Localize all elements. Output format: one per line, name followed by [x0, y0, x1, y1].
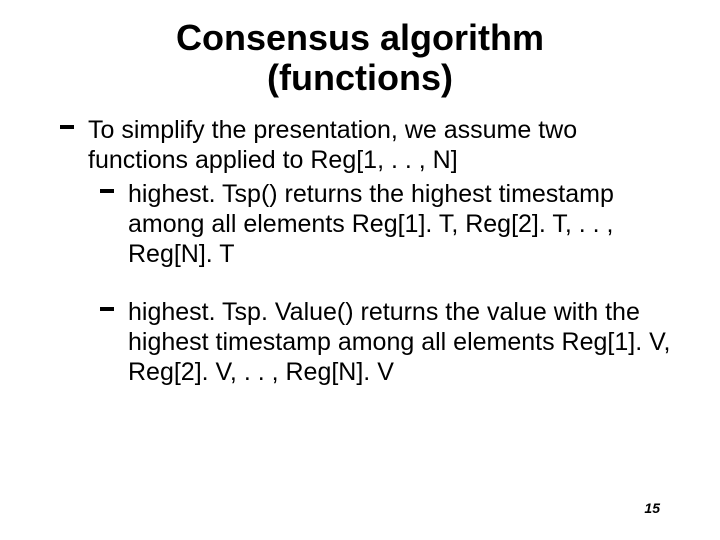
slide: Consensus algorithm (functions) To simpl… [0, 0, 720, 540]
title-line-2: (functions) [267, 57, 453, 98]
sub-bullet-2: highest. Tsp. Value() returns the value … [128, 297, 680, 387]
sub-bullet-1: highest. Tsp() returns the highest times… [128, 179, 680, 269]
page-number: 15 [644, 500, 660, 516]
slide-title: Consensus algorithm (functions) [40, 18, 680, 97]
bullet-list: To simplify the presentation, we assume … [40, 115, 680, 387]
bullet-1: To simplify the presentation, we assume … [88, 115, 680, 387]
title-line-1: Consensus algorithm [176, 17, 544, 58]
sub-bullet-list: highest. Tsp() returns the highest times… [88, 179, 680, 387]
bullet-1-text: To simplify the presentation, we assume … [88, 116, 577, 174]
